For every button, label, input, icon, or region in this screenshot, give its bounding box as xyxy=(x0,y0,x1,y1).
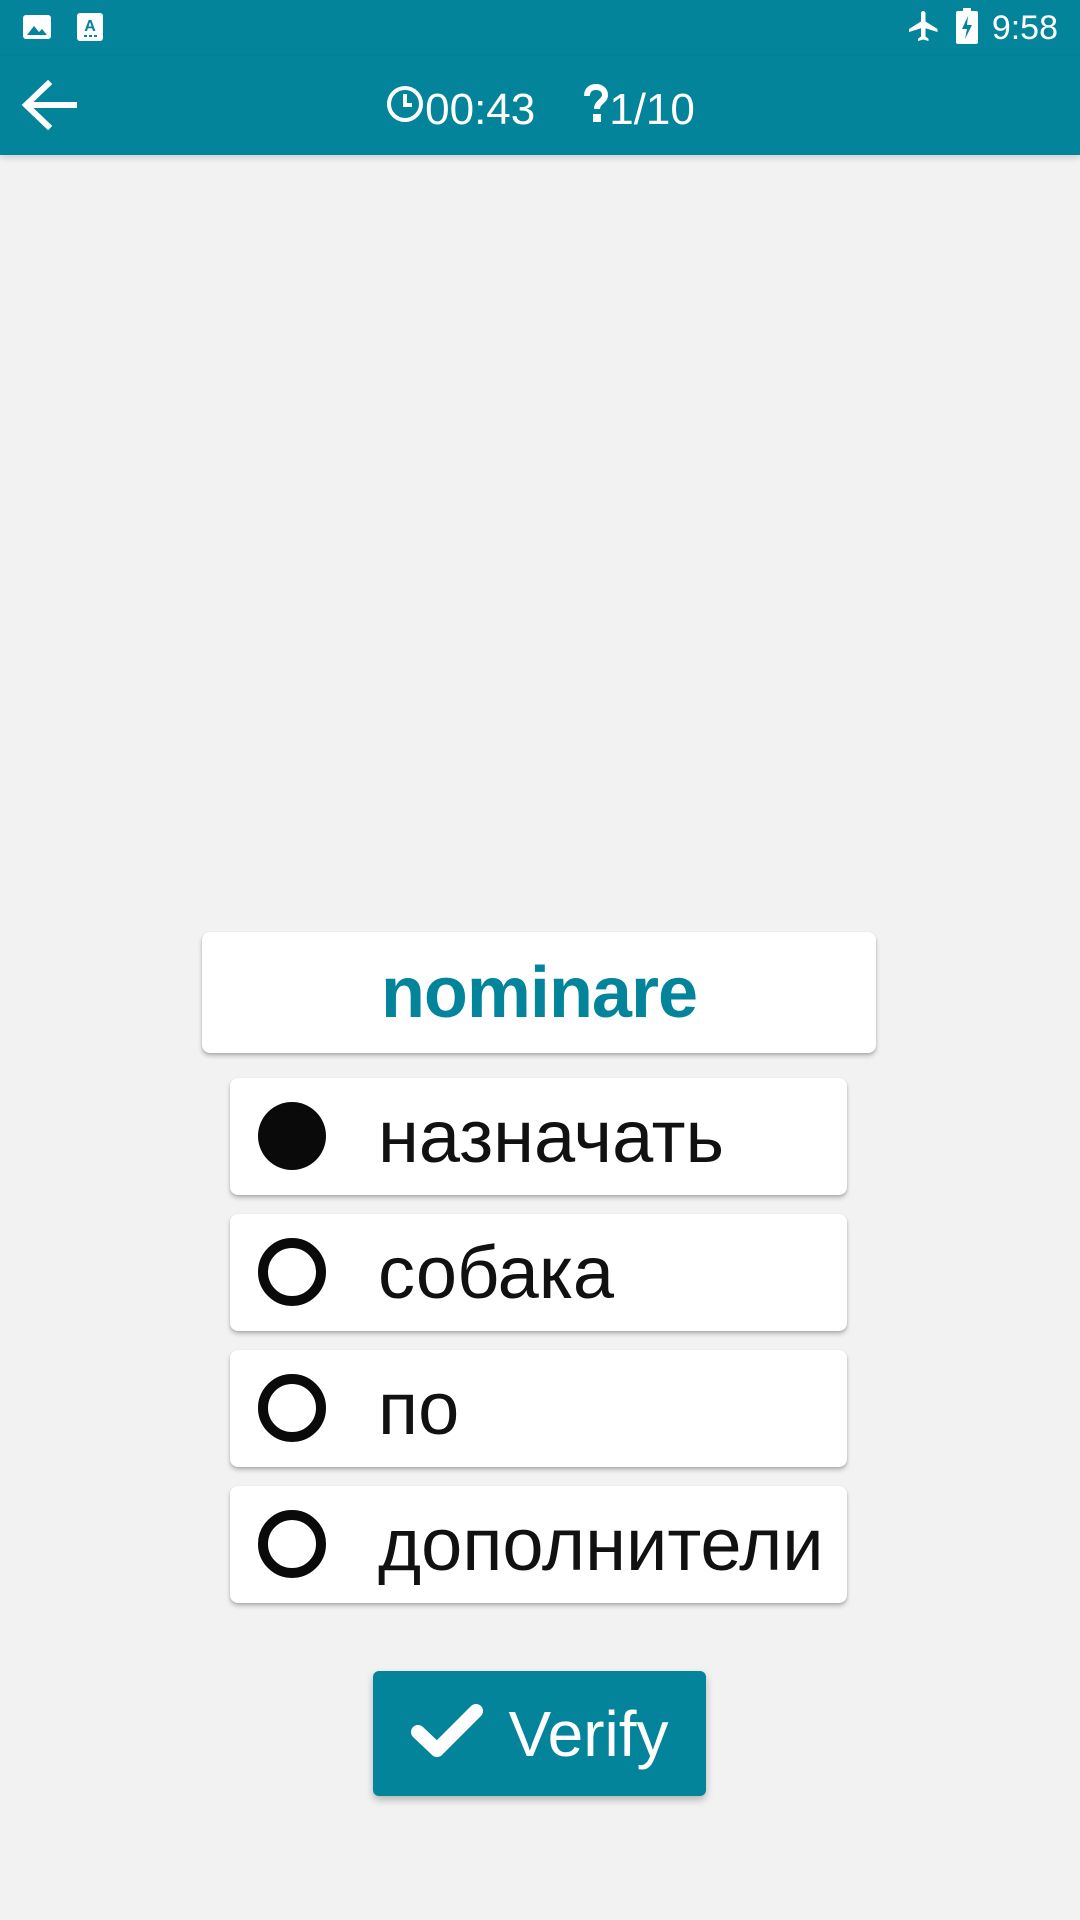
verify-button[interactable]: Verify xyxy=(373,1671,706,1796)
option-1[interactable]: назначать xyxy=(230,1078,847,1195)
option-label: собака xyxy=(378,1231,614,1314)
battery-charging-icon xyxy=(955,7,978,49)
airplane-mode-icon xyxy=(906,8,942,49)
quiz-word: nominare xyxy=(380,952,698,1033)
option-label: по xyxy=(378,1367,460,1450)
timer-value: 00:43 xyxy=(425,84,536,134)
option-2[interactable]: собака xyxy=(230,1214,847,1331)
text-recognition-icon: A xyxy=(76,12,104,47)
radio-selected-icon xyxy=(258,1102,326,1170)
svg-text:A: A xyxy=(84,18,96,35)
quiz-status: 00:43 1/10 xyxy=(0,83,1080,135)
timer: 00:43 xyxy=(385,84,535,135)
image-icon xyxy=(22,12,52,47)
clock-icon xyxy=(385,84,425,135)
word-card: nominare xyxy=(202,932,876,1053)
status-right-icons: 9:58 xyxy=(906,6,1058,50)
status-time: 9:58 xyxy=(991,9,1058,47)
status-bar: A 9:58 xyxy=(0,0,1080,56)
radio-unselected-icon xyxy=(258,1374,326,1442)
option-4[interactable]: дополнители xyxy=(230,1486,847,1603)
progress-value: 1/10 xyxy=(609,84,695,134)
app-bar: 00:43 1/10 xyxy=(0,56,1080,155)
option-3[interactable]: по xyxy=(230,1350,847,1467)
radio-unselected-icon xyxy=(258,1238,326,1306)
option-label: дополнители xyxy=(378,1503,824,1586)
status-left-icons: A xyxy=(22,12,104,47)
radio-unselected-icon xyxy=(258,1510,326,1578)
question-icon xyxy=(583,83,609,135)
check-icon xyxy=(410,1702,484,1765)
question-progress: 1/10 xyxy=(583,83,695,135)
option-label: назначать xyxy=(378,1095,725,1178)
verify-label: Verify xyxy=(508,1697,669,1770)
